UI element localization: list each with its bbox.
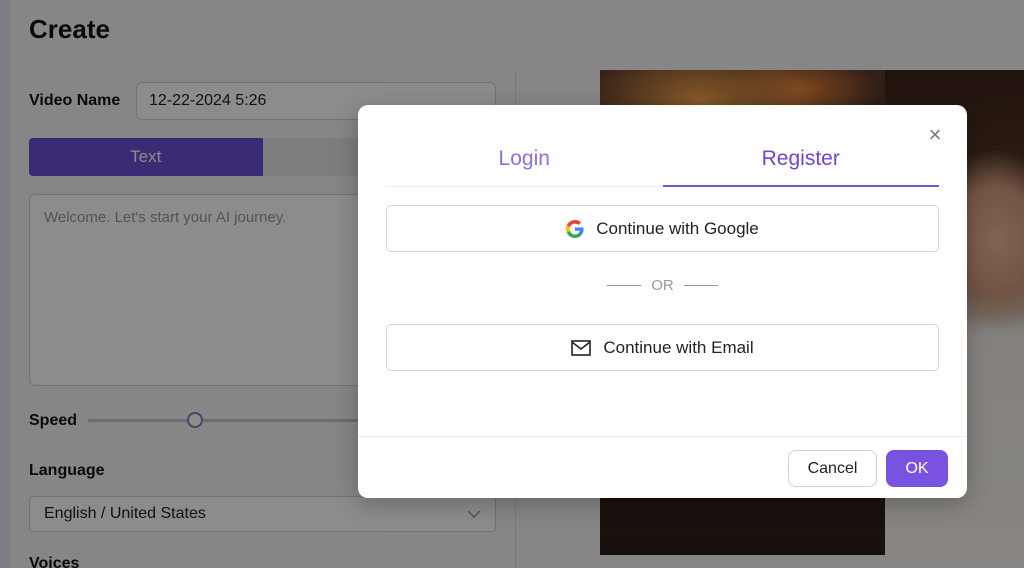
close-icon[interactable]: ×: [925, 124, 945, 146]
google-icon: [566, 219, 584, 238]
continue-with-email-button[interactable]: Continue with Email: [386, 324, 939, 371]
or-line-left: [607, 285, 642, 286]
auth-modal: × Login Register Continue with Google OR…: [358, 105, 967, 498]
modal-footer-divider: [358, 436, 967, 437]
tab-register[interactable]: Register: [662, 145, 940, 187]
auth-tabs: Login Register: [386, 145, 939, 187]
continue-with-email-label: Continue with Email: [603, 337, 754, 357]
mail-icon: [571, 339, 592, 356]
continue-with-google-label: Continue with Google: [596, 218, 759, 238]
or-line-right: [683, 285, 718, 286]
or-text: OR: [651, 277, 674, 294]
cancel-button[interactable]: Cancel: [788, 450, 877, 487]
or-separator: OR: [386, 277, 939, 294]
tab-login[interactable]: Login: [386, 145, 663, 186]
continue-with-google-button[interactable]: Continue with Google: [386, 205, 939, 252]
ok-button[interactable]: OK: [886, 450, 948, 487]
